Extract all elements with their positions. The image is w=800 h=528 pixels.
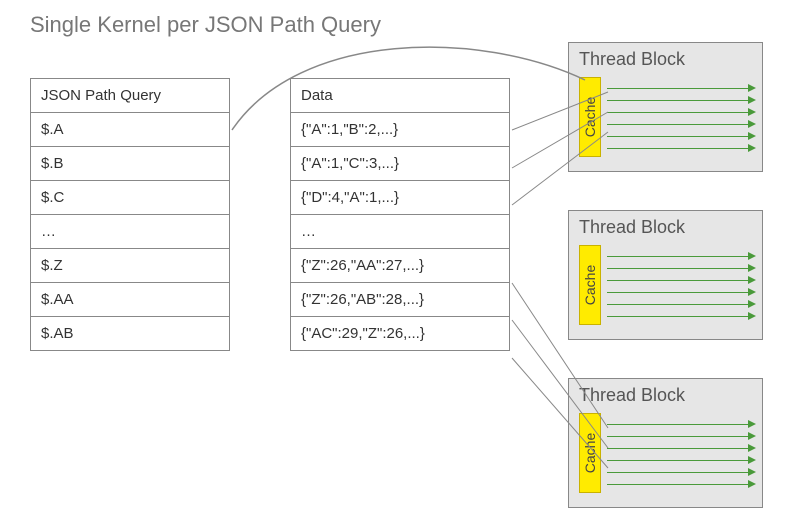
thread-block-title: Thread Block	[579, 385, 685, 406]
cache-box: Cache	[579, 413, 601, 493]
thread-block-title: Thread Block	[579, 217, 685, 238]
thread-arrow-icon	[607, 419, 756, 431]
thread-arrow-icon	[607, 263, 756, 275]
thread-arrow-icon	[607, 311, 756, 323]
data-row: {"AC":29,"Z":26,...}	[291, 317, 509, 350]
thread-arrow-icon	[607, 287, 756, 299]
data-table: Data {"A":1,"B":2,...} {"A":1,"C":3,...}…	[290, 78, 510, 351]
data-row: {"D":4,"A":1,...}	[291, 181, 509, 215]
query-row: $.Z	[31, 249, 229, 283]
thread-arrow-icon	[607, 443, 756, 455]
cache-box: Cache	[579, 77, 601, 157]
cache-label: Cache	[582, 433, 598, 473]
cache-box: Cache	[579, 245, 601, 325]
thread-block-title: Thread Block	[579, 49, 685, 70]
data-row: {"A":1,"B":2,...}	[291, 113, 509, 147]
diagram-title: Single Kernel per JSON Path Query	[30, 12, 381, 38]
thread-arrow-icon	[607, 467, 756, 479]
thread-arrow-icon	[607, 83, 756, 95]
query-row: $.AA	[31, 283, 229, 317]
thread-arrow-icon	[607, 95, 756, 107]
thread-arrow-icon	[607, 299, 756, 311]
query-row: $.AB	[31, 317, 229, 350]
thread-lines	[607, 83, 756, 155]
data-row: {"Z":26,"AB":28,...}	[291, 283, 509, 317]
query-table-header: JSON Path Query	[31, 79, 229, 113]
thread-arrow-icon	[607, 431, 756, 443]
thread-lines	[607, 419, 756, 491]
thread-lines	[607, 251, 756, 323]
thread-block: Thread Block Cache	[568, 378, 763, 508]
thread-arrow-icon	[607, 119, 756, 131]
data-row: {"Z":26,"AA":27,...}	[291, 249, 509, 283]
thread-block: Thread Block Cache	[568, 42, 763, 172]
thread-arrow-icon	[607, 107, 756, 119]
data-table-header: Data	[291, 79, 509, 113]
query-row: …	[31, 215, 229, 249]
query-row: $.A	[31, 113, 229, 147]
thread-arrow-icon	[607, 143, 756, 155]
cache-label: Cache	[582, 265, 598, 305]
data-row: …	[291, 215, 509, 249]
thread-arrow-icon	[607, 479, 756, 491]
thread-arrow-icon	[607, 131, 756, 143]
query-row: $.C	[31, 181, 229, 215]
thread-arrow-icon	[607, 455, 756, 467]
json-path-query-table: JSON Path Query $.A $.B $.C … $.Z $.AA $…	[30, 78, 230, 351]
cache-label: Cache	[582, 97, 598, 137]
thread-arrow-icon	[607, 251, 756, 263]
thread-arrow-icon	[607, 275, 756, 287]
thread-block: Thread Block Cache	[568, 210, 763, 340]
query-row: $.B	[31, 147, 229, 181]
data-row: {"A":1,"C":3,...}	[291, 147, 509, 181]
